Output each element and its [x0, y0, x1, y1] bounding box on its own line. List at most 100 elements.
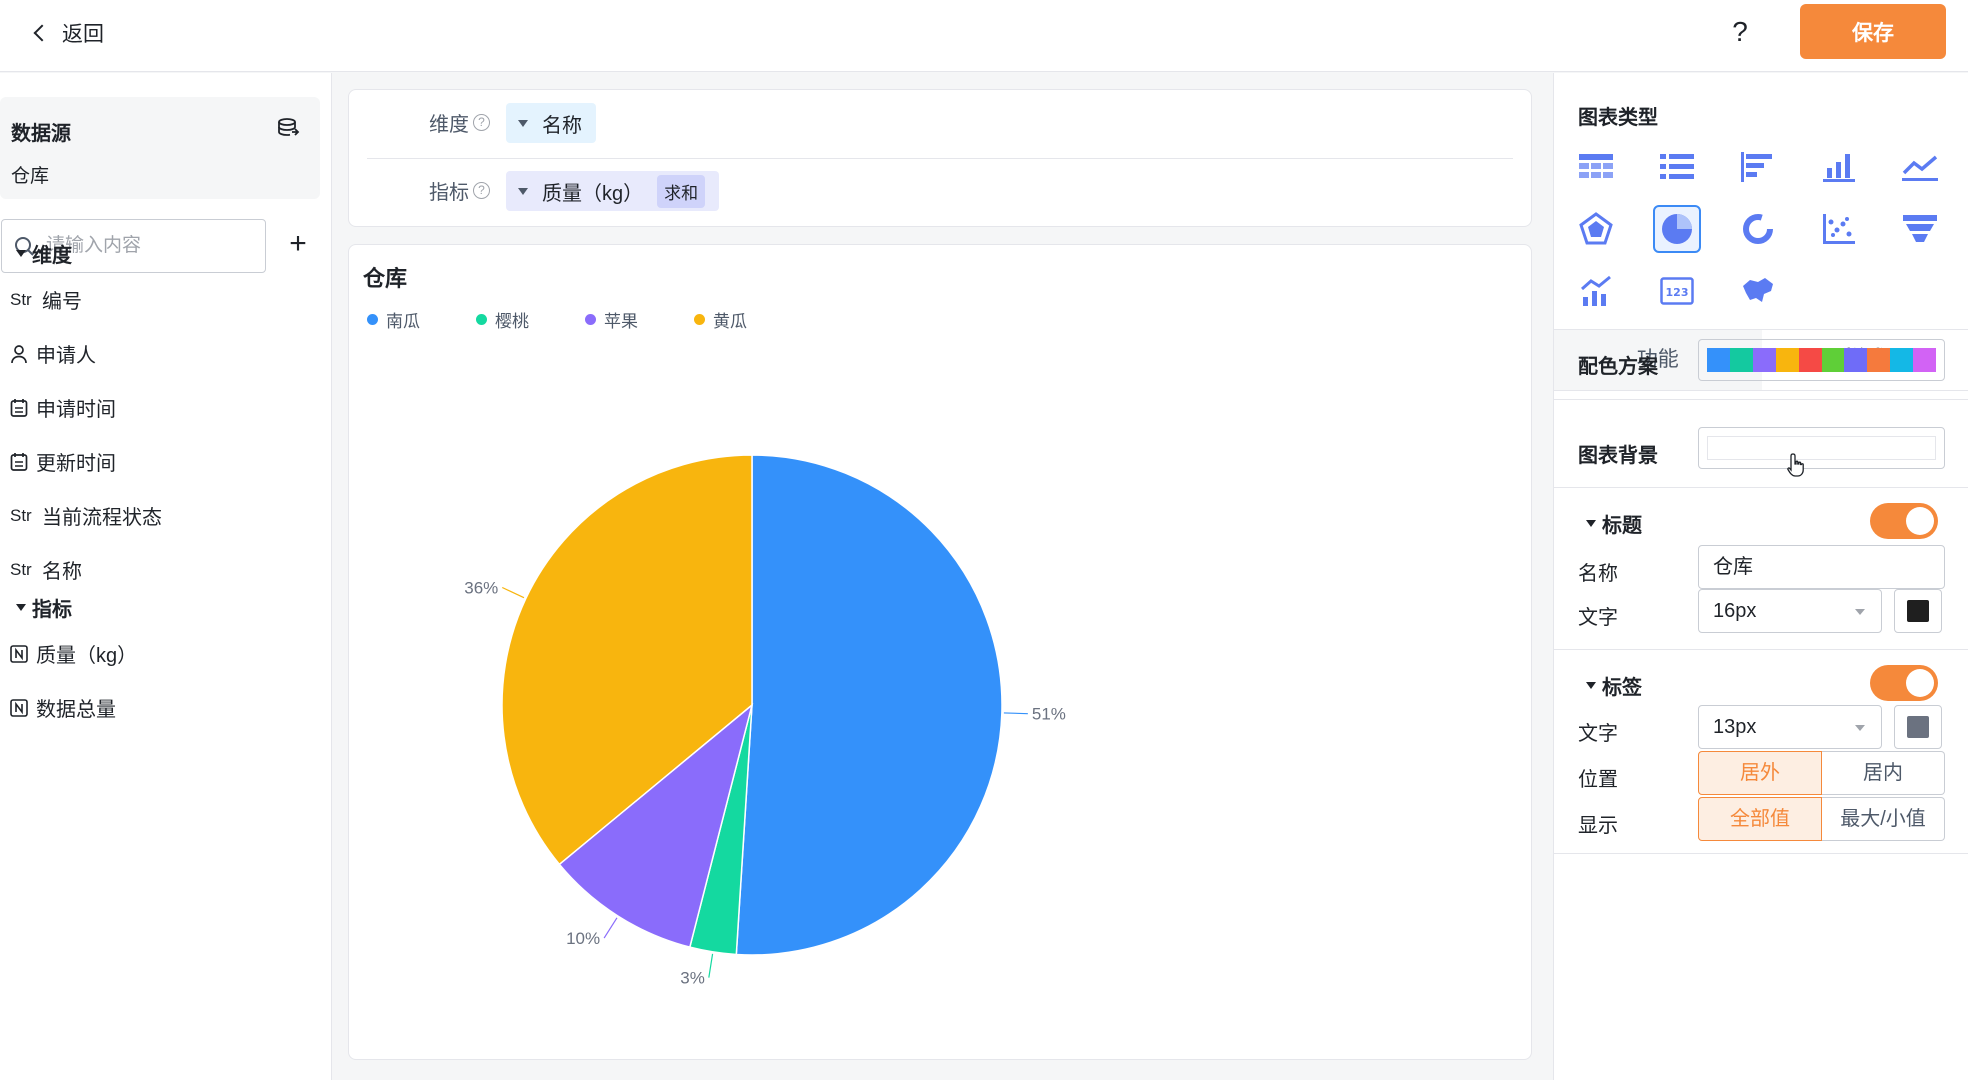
save-button[interactable]: 保存 [1800, 4, 1946, 59]
top-bar: 返回 ? 保存 [0, 0, 1968, 72]
caret-down-icon [1586, 682, 1596, 689]
position-inside-option[interactable]: 居内 [1822, 751, 1945, 795]
title-font-size-value: 16px [1713, 600, 1757, 622]
dimension-label-text: 维度 [429, 114, 469, 136]
svg-text:123: 123 [1666, 286, 1689, 299]
palette-swatch [1867, 348, 1891, 372]
divider [1554, 487, 1968, 488]
pie-chart: 51% 3% 10% 36% [464, 454, 1066, 988]
line-icon[interactable] [1896, 143, 1944, 191]
palette-swatch [1890, 348, 1914, 372]
combo-icon[interactable] [1572, 267, 1620, 315]
back-label: 返回 [62, 23, 104, 46]
bar-vertical-icon[interactable] [1815, 143, 1863, 191]
field-item-update-time[interactable]: 更新时间 [10, 447, 116, 476]
chart-config-card: 维度 ? 名称 指标 ? 质量（kg） 求和 [348, 89, 1532, 227]
donut-icon[interactable] [1734, 205, 1782, 253]
radar-icon[interactable] [1572, 205, 1620, 253]
divider [1554, 399, 1968, 400]
caret-down-icon [16, 604, 26, 611]
help-circle-icon[interactable]: ? [473, 182, 490, 199]
field-sidebar: 数据源 仓库 + 维度 Str 编号 申请人 [0, 73, 332, 1080]
display-all-option[interactable]: 全部值 [1698, 797, 1822, 841]
list-icon[interactable] [1653, 143, 1701, 191]
caret-down-icon [16, 250, 26, 257]
title-switch[interactable] [1870, 503, 1938, 539]
title-name-label: 名称 [1578, 563, 1618, 585]
display-segmented: 全部值 最大/小值 [1698, 797, 1945, 841]
slice-label: 36% [464, 578, 498, 597]
background-label: 图表背景 [1578, 445, 1658, 467]
field-label: 名称 [42, 561, 82, 583]
label-switch[interactable] [1870, 665, 1938, 701]
pie-icon[interactable] [1653, 205, 1701, 253]
add-field-button[interactable]: + [284, 229, 312, 259]
caret-down-icon[interactable] [518, 119, 528, 127]
display-minmax-option[interactable]: 最大/小值 [1822, 797, 1945, 841]
field-item-name[interactable]: Str 名称 [10, 555, 82, 584]
palette-swatch [1844, 348, 1868, 372]
title-font-size-select[interactable]: 16px [1698, 589, 1882, 633]
label-leader-line [603, 917, 618, 939]
field-item-id[interactable]: Str 编号 [10, 285, 82, 314]
position-outside-option[interactable]: 居外 [1698, 751, 1822, 795]
background-color-picker[interactable] [1698, 427, 1945, 469]
label-font-size-select[interactable]: 13px [1698, 705, 1882, 749]
table-icon[interactable] [1572, 143, 1620, 191]
number-icon [10, 698, 28, 717]
field-label: 编号 [42, 291, 82, 313]
field-item-flow-status[interactable]: Str 当前流程状态 [10, 501, 162, 530]
palette-swatch [1913, 348, 1937, 372]
palette-swatch [1775, 348, 1799, 372]
measures-group[interactable]: 指标 [16, 593, 72, 622]
config-divider [367, 158, 1513, 159]
field-item-weight[interactable]: 质量（kg） [10, 639, 137, 668]
field-label: 更新时间 [36, 453, 116, 475]
label-font-size-value: 13px [1713, 716, 1757, 738]
database-switch-icon[interactable] [276, 117, 300, 139]
chevron-down-icon [1855, 725, 1865, 731]
chart-preview-card: 仓库 南瓜 樱桃 苹果 黄瓜 51% 3% 10% 36% [348, 244, 1532, 1060]
search-input[interactable] [46, 230, 256, 262]
calendar-icon [10, 398, 28, 417]
field-item-apply-time[interactable]: 申请时间 [10, 393, 116, 422]
label-color-picker[interactable] [1894, 705, 1942, 749]
position-segmented: 居外 居内 [1698, 751, 1945, 795]
funnel-icon[interactable] [1896, 205, 1944, 253]
measure-label: 指标 ? [429, 176, 490, 205]
field-item-total-count[interactable]: 数据总量 [10, 693, 116, 722]
dimension-pill[interactable]: 名称 [506, 103, 596, 143]
title-name-input[interactable]: 仓库 [1698, 545, 1945, 589]
label-leader-line [708, 953, 714, 978]
field-item-applicant[interactable]: 申请人 [10, 339, 96, 368]
label-section-toggle[interactable]: 标签 [1586, 671, 1642, 700]
scatter-icon[interactable] [1815, 205, 1863, 253]
string-type-badge: Str [10, 289, 32, 309]
measure-pill[interactable]: 质量（kg） 求和 [506, 171, 720, 211]
title-section-label: 标题 [1602, 515, 1642, 537]
palette-swatch [1798, 348, 1822, 372]
dimensions-group[interactable]: 维度 [16, 239, 72, 268]
measures-label: 指标 [32, 599, 72, 621]
slice-label: 3% [680, 969, 705, 988]
field-label: 申请人 [36, 345, 96, 367]
palette-picker[interactable] [1698, 339, 1945, 381]
chart-type-title: 图表类型 [1578, 107, 1658, 129]
aggregation-badge[interactable]: 求和 [657, 174, 706, 208]
title-section-toggle[interactable]: 标题 [1586, 509, 1642, 538]
palette-swatch [1752, 348, 1776, 372]
help-circle-icon[interactable]: ? [473, 114, 490, 131]
map-icon[interactable] [1734, 267, 1782, 315]
pie-slice[interactable] [735, 454, 1003, 956]
bar-horizontal-icon[interactable] [1734, 143, 1782, 191]
string-type-badge: Str [10, 505, 32, 525]
help-button[interactable]: ? [1722, 14, 1758, 50]
dimension-row: 维度 ? 名称 [349, 93, 1531, 149]
back-button[interactable]: 返回 [30, 16, 104, 50]
position-label: 位置 [1578, 769, 1618, 791]
number-card-icon[interactable]: 123 [1653, 267, 1701, 315]
title-color-picker[interactable] [1894, 589, 1942, 633]
label-section-label: 标签 [1602, 677, 1642, 699]
caret-down-icon[interactable] [518, 187, 528, 195]
datasource-title: 数据源 [11, 123, 71, 145]
